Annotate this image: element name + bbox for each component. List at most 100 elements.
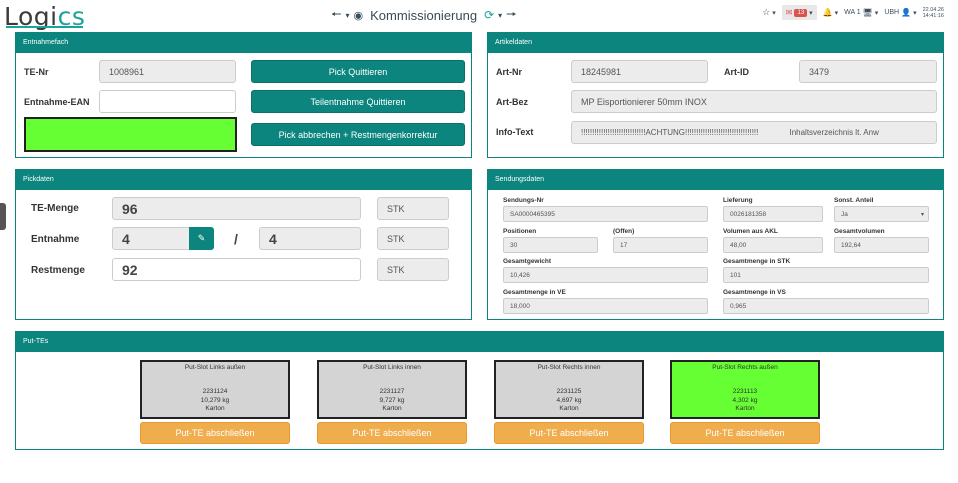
entnahme-unit: STK [377,227,449,250]
mail-button[interactable]: ✉ 13 ▾ [781,5,817,20]
entnahme-separator: / [234,231,238,247]
slot-type: Karton [559,405,579,412]
user-icon: 👤 [901,8,912,17]
put-te-abschliessen-button[interactable]: Put-TE abschließen [317,422,467,444]
entnahme-total-field: 4 [259,227,361,250]
teilentnahme-button[interactable]: Teilentnahme Quittieren [251,90,465,113]
gesamtmenge-ve-label: Gesamtmenge in VE [503,289,566,296]
restmenge-label: Restmenge [31,265,85,276]
ean-input[interactable] [99,90,236,113]
workstation-label: WA 1 [844,9,861,16]
art-bez-field: MP Eisportionierer 50mm INOX [571,90,937,113]
user-button[interactable]: UBH 👤 ▾ [884,8,916,17]
time-text: 14:41:16 [922,12,944,19]
forward-arrow-icon[interactable]: 🠖 [506,5,517,26]
side-panel-toggle[interactable] [0,203,6,230]
panel-heading: Put-TEs [16,332,943,352]
slot-weight: 4,697 kg [556,396,582,404]
slot-type: Karton [205,405,225,412]
slot-title: Put-Slot Rechts innen [537,364,601,371]
gesamtgewicht-label: Gesamtgewicht [503,258,552,265]
info-text-label: Info-Text [496,127,534,137]
back-arrow-icon[interactable]: 🠔 [331,5,342,26]
put-te-abschliessen-button[interactable]: Put-TE abschließen [494,422,644,444]
chevron-down-icon: ▾ [874,9,879,17]
put-te-abschliessen-button[interactable]: Put-TE abschließen [670,422,820,444]
info-text-field: !!!!!!!!!!!!!!!!!!!!!!!!!!!!!ACHTUNG!!!!… [571,121,937,144]
datetime: 22.04.26 14:41:16 [923,7,944,19]
logo: Logics [4,2,85,31]
chevron-down-icon[interactable]: ▾ [498,11,502,20]
notifications-button[interactable]: 🔔 ▾ [823,8,838,17]
gesamtmenge-ve-field: 18,000 [503,298,708,314]
user-label: UBH [884,9,900,16]
put-te-abschliessen-button[interactable]: Put-TE abschließen [140,422,290,444]
pick-quittieren-button[interactable]: Pick Quittieren [251,60,465,83]
art-nr-field: 18245981 [571,60,708,83]
offen-field: 17 [613,237,708,253]
chevron-down-icon: ▾ [772,9,776,17]
put-slot-rechts-aussen: Put-Slot Rechts außen 2231113 4,302 kg K… [670,360,820,419]
gesamtgewicht-field: 10,426 [503,267,708,283]
panel-entnahmefach: Entnahmefach TE-Nr 1008961 Entnahme-EAN … [15,32,472,158]
panel-heading: Sendungsdaten [488,170,943,190]
entnahme-field: 4 [112,227,190,250]
panel-heading: Artikeldaten [488,33,943,53]
slot-title: Put-Slot Rechts außen [712,364,778,371]
panel-artikeldaten: Artikeldaten Art-Nr 18245981 Art-ID 3479… [487,32,944,158]
volumen-akl-field: 48,00 [723,237,823,253]
slot-te-nr: 2231124 [202,388,228,395]
chevron-down-icon: ▾ [920,211,924,218]
put-slot-links-aussen: Put-Slot Links außen 2231124 10,279 kg K… [140,360,290,419]
edit-button[interactable]: ✎ [189,227,214,250]
put-slot-rechts-innen: Put-Slot Rechts innen 2231125 4,697 kg K… [494,360,644,419]
lieferung-label: Lieferung [723,197,753,204]
gesamtmenge-stk-label: Gesamtmenge in STK [723,258,791,265]
lieferung-field: 0026181358 [723,206,823,222]
logo-underline [6,26,84,28]
target-icon[interactable]: ◉ [354,9,364,22]
status-indicator [24,117,237,152]
offen-label: (Offen) [613,228,635,235]
page-title: Kommissionierung [370,7,478,23]
entnahme-label: Entnahme [31,234,80,245]
favorites-button[interactable]: ☆ ▾ [762,7,776,18]
art-bez-label: Art-Bez [496,97,529,107]
sonst-anteil-label: Sonst. Anteil [834,197,874,204]
panel-heading: Pickdaten [16,170,471,190]
gesamtmenge-vs-field: 0,965 [723,298,929,314]
slot-weight: 9,727 kg [379,396,405,404]
chevron-down-icon[interactable]: ▾ [346,11,350,20]
art-id-field: 3479 [799,60,937,83]
panel-pickdaten: Pickdaten TE-Menge 96 STK Entnahme 4 ✎ /… [15,169,472,320]
pick-abbrechen-button[interactable]: Pick abbrechen + Restmengenkorrektur [251,123,465,146]
sendungs-nr-label: Sendungs-Nr [503,197,544,204]
panel-heading: Entnahmefach [16,33,471,53]
chevron-down-icon: ▾ [809,9,813,17]
workstation-button[interactable]: WA 1 🖥 ▾ [844,8,878,17]
slot-weight: 4,302 kg [732,396,758,404]
restmenge-unit: STK [377,258,449,281]
bell-icon: 🔔 [822,8,833,17]
te-nr-label: TE-Nr [24,67,49,77]
art-nr-label: Art-Nr [496,67,522,77]
refresh-icon[interactable]: ⟳ [484,8,494,22]
slot-title: Put-Slot Links außen [184,364,246,371]
envelope-icon: ✉ [785,8,793,17]
gesamtmenge-vs-label: Gesamtmenge in VS [723,289,786,296]
title-navigation: 🠔 ▾ ◉ Kommissionierung ⟳ ▾ 🠖 [331,7,517,23]
gesamtmenge-stk-field: 101 [723,267,929,283]
mail-count-badge: 13 [794,8,808,17]
gesamtvolumen-label: Gesamtvolumen [834,228,885,235]
restmenge-field: 92 [112,258,361,281]
slot-type: Karton [735,405,755,412]
sonst-anteil-select[interactable]: Ja ▾ [834,206,929,222]
toolbar: ☆ ▾ ✉ 13 ▾ 🔔 ▾ WA 1 🖥 ▾ UBH 👤 ▾ 22.04.26… [762,5,944,20]
date-text: 22.04.26 [922,6,944,13]
sendungs-nr-field: SA0000465395 [503,206,708,222]
ean-label: Entnahme-EAN [24,97,90,107]
gesamtvolumen-field: 192,64 [834,237,929,253]
slot-weight: 10,279 kg [200,396,230,404]
put-slot-links-innen: Put-Slot Links innen 2231127 9,727 kg Ka… [317,360,467,419]
te-menge-unit: STK [377,197,449,220]
